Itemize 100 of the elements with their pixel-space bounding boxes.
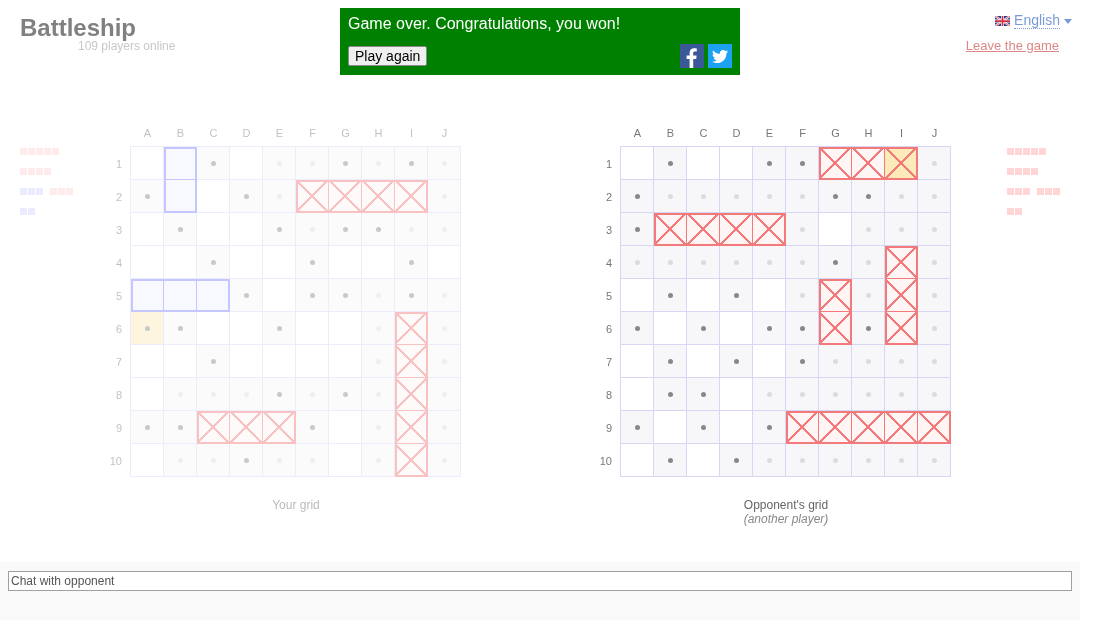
row-label: 8 xyxy=(114,387,123,403)
dot-icon xyxy=(898,457,904,463)
grid-subcaption: (another player) xyxy=(742,512,830,527)
dot-icon xyxy=(667,259,673,265)
dot-icon xyxy=(766,424,772,430)
dot-icon xyxy=(634,226,640,232)
caret-icon xyxy=(1064,18,1072,24)
row-label: 5 xyxy=(114,288,123,304)
dot-icon xyxy=(799,325,805,331)
column-label: E xyxy=(764,127,775,139)
dot-icon xyxy=(766,391,772,397)
dot-icon xyxy=(177,325,183,331)
row-label: 5 xyxy=(604,288,613,304)
column-label: G xyxy=(340,127,351,139)
dot-icon xyxy=(408,160,414,166)
dot-icon xyxy=(766,457,772,463)
dot-icon xyxy=(931,160,937,166)
dot-icon xyxy=(667,457,673,463)
play-again-button[interactable]: Play again xyxy=(348,46,428,66)
dot-icon xyxy=(766,193,772,199)
dot-icon xyxy=(210,160,216,166)
row-label: 10 xyxy=(598,453,613,469)
chat-input[interactable]: Chat with opponent xyxy=(8,571,1072,591)
dot-icon xyxy=(342,391,348,397)
leave-game-link[interactable]: Leave the game xyxy=(965,38,1059,54)
dot-icon xyxy=(144,325,150,331)
dot-icon xyxy=(865,391,871,397)
row-label: 9 xyxy=(604,420,613,436)
dot-icon xyxy=(634,424,640,430)
column-label: D xyxy=(241,127,252,139)
dot-icon xyxy=(700,193,706,199)
row-label: 9 xyxy=(114,420,123,436)
dot-icon xyxy=(276,325,282,331)
dot-icon xyxy=(832,259,838,265)
row-label: 1 xyxy=(114,156,123,172)
dot-icon xyxy=(733,292,739,298)
dot-icon xyxy=(799,391,805,397)
column-label: D xyxy=(731,127,742,139)
dot-icon xyxy=(865,325,871,331)
dot-icon xyxy=(832,391,838,397)
dot-icon xyxy=(733,358,739,364)
dot-icon xyxy=(342,160,348,166)
row-label: 3 xyxy=(114,222,123,238)
dot-icon xyxy=(667,358,673,364)
column-label: H xyxy=(863,127,874,139)
row-label: 2 xyxy=(604,189,613,205)
dot-icon xyxy=(931,391,937,397)
dot-icon xyxy=(865,457,871,463)
dot-icon xyxy=(177,424,183,430)
row-label: 6 xyxy=(114,321,123,337)
dot-icon xyxy=(210,259,216,265)
dot-icon xyxy=(276,391,282,397)
dot-icon xyxy=(243,292,249,298)
column-label: G xyxy=(830,127,841,139)
dot-icon xyxy=(700,391,706,397)
dot-icon xyxy=(700,424,706,430)
dot-icon xyxy=(898,358,904,364)
row-label: 7 xyxy=(604,354,613,370)
app-title: Battleship xyxy=(20,14,137,41)
column-label: B xyxy=(665,127,676,139)
dot-icon xyxy=(799,160,805,166)
dot-icon xyxy=(931,457,937,463)
dot-icon xyxy=(931,292,937,298)
dot-icon xyxy=(309,292,315,298)
dot-icon xyxy=(865,259,871,265)
language-dropdown[interactable]: English xyxy=(995,12,1072,30)
column-label: J xyxy=(930,127,939,139)
facebook-icon[interactable] xyxy=(680,44,704,68)
dot-icon xyxy=(309,259,315,265)
dot-icon xyxy=(799,259,805,265)
dot-icon xyxy=(342,226,348,232)
row-label: 4 xyxy=(604,255,613,271)
column-label: H xyxy=(373,127,384,139)
dot-icon xyxy=(408,292,414,298)
dot-icon xyxy=(931,358,937,364)
row-label: 3 xyxy=(604,222,613,238)
dot-icon xyxy=(766,325,772,331)
grid-caption: Your grid xyxy=(271,498,321,512)
dot-icon xyxy=(766,160,772,166)
column-label: C xyxy=(208,127,219,139)
dot-icon xyxy=(898,391,904,397)
dot-icon xyxy=(733,193,739,199)
dot-icon xyxy=(634,325,640,331)
dot-icon xyxy=(177,226,183,232)
column-label: C xyxy=(698,127,709,139)
dot-icon xyxy=(144,424,150,430)
dot-icon xyxy=(799,193,805,199)
row-label: 2 xyxy=(114,189,123,205)
column-label: I xyxy=(408,127,415,139)
dot-icon xyxy=(243,193,249,199)
twitter-icon[interactable] xyxy=(708,44,732,68)
dot-icon xyxy=(766,259,772,265)
row-label: 7 xyxy=(114,354,123,370)
dot-icon xyxy=(700,259,706,265)
dot-icon xyxy=(342,292,348,298)
dot-icon xyxy=(931,259,937,265)
grid-caption: Opponent's grid xyxy=(742,498,830,512)
dot-icon xyxy=(832,457,838,463)
dot-icon xyxy=(243,457,249,463)
dot-icon xyxy=(408,259,414,265)
